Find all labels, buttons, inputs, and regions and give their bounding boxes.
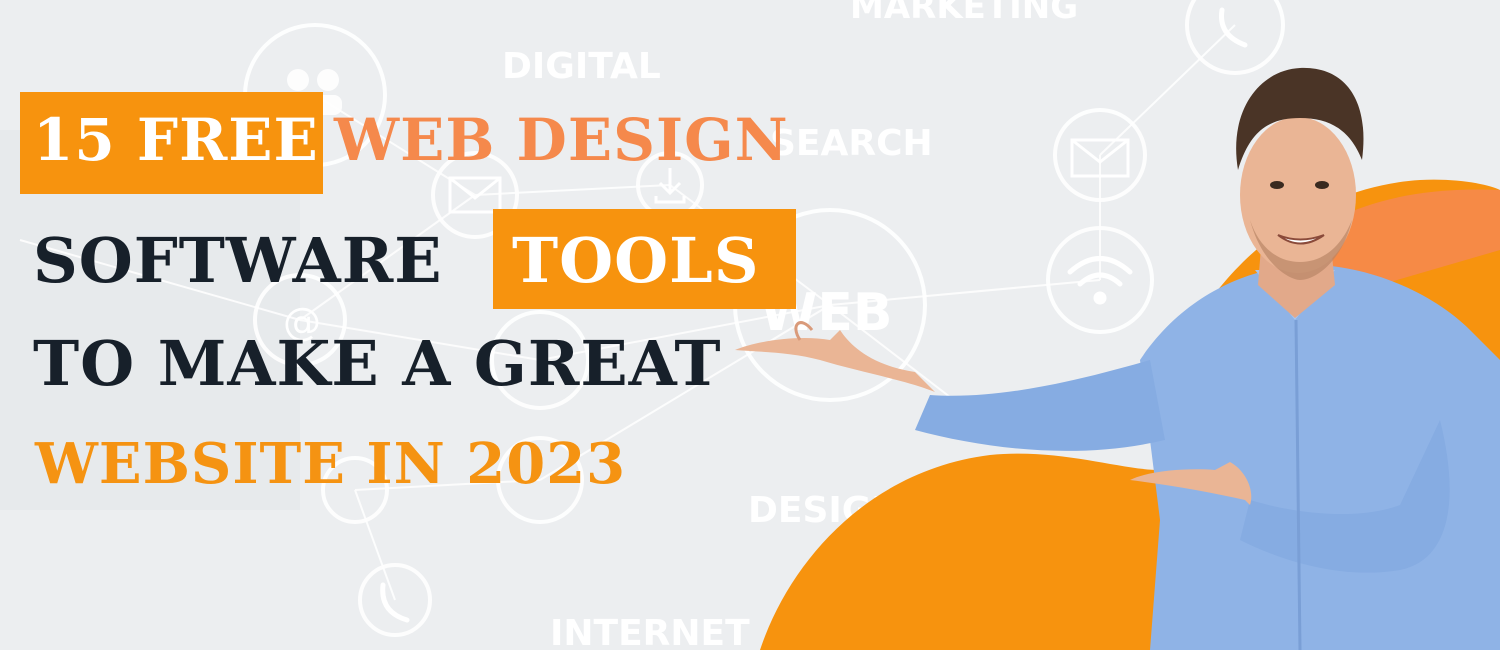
network-background: @ MARKETING DIGITAL SEARCH WEB DESIGN IN… <box>0 0 1500 650</box>
bg-word-digital: DIGITAL <box>502 46 661 87</box>
bg-word-web: WEB <box>760 283 893 343</box>
banner: @ MARKETING DIGITAL SEARCH WEB DESIGN IN… <box>0 0 1500 650</box>
bg-word-search: SEARCH <box>770 123 933 164</box>
at-sign-icon: @ <box>283 300 321 344</box>
bg-word-marketing: MARKETING <box>850 0 1078 27</box>
bg-word-internet: INTERNET <box>550 613 750 650</box>
